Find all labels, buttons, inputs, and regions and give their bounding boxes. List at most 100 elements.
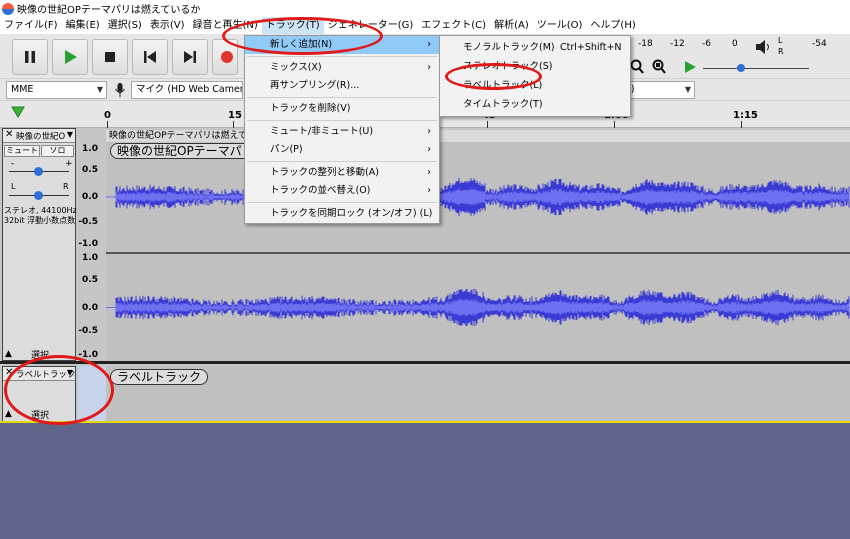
meter-tick: -12 [670, 39, 685, 49]
scale-label: 1.0 [82, 253, 98, 263]
focus-border [0, 421, 850, 423]
submenu-arrow-icon: › [427, 185, 431, 196]
track-title-bar[interactable]: ✕ 映像の世紀O ▼ [3, 129, 75, 143]
waveform-graphic [106, 288, 850, 327]
meter-r-label: R [778, 47, 784, 56]
menu-item-remove-tracks[interactable]: トラックを削除(V) [245, 100, 439, 118]
scale-label: 1.0 [82, 144, 98, 154]
menu-separator [247, 97, 437, 98]
menu-item-time-track[interactable]: タイムトラック(T) [440, 95, 630, 114]
window-title: 映像の世紀OPテーマパリは燃えているか [17, 5, 201, 16]
meter-tick: -18 [638, 39, 653, 49]
play-button[interactable] [52, 39, 88, 75]
collapse-track-icon[interactable]: ▲ [5, 409, 12, 419]
chevron-down-icon: ▼ [96, 85, 103, 94]
skip-end-icon [184, 51, 196, 63]
menu-separator [247, 161, 437, 162]
pin-playhead-icon[interactable] [11, 105, 25, 119]
submenu-arrow-icon: › [427, 167, 431, 178]
menu-item-mono-track[interactable]: モノラルトラック(M) Ctrl+Shift+N [440, 38, 630, 57]
record-meter[interactable]: -18 -12 -6 0 [632, 36, 744, 54]
menu-item-align-tracks[interactable]: トラックの整列と移動(A) › [245, 164, 439, 182]
stop-icon [105, 52, 115, 62]
mute-button[interactable]: ミュート [4, 145, 40, 157]
menu-select[interactable]: 選択(S) [104, 17, 146, 34]
solo-button[interactable]: ソロ [41, 145, 74, 157]
title-bar: 映像の世紀OPテーマパリは燃えているか [0, 0, 850, 17]
tick-mark [614, 121, 615, 128]
menu-bar: ファイル(F) 編集(E) 選択(S) 表示(V) 録音と再生(N) トラック(… [0, 17, 850, 34]
gain-slider[interactable] [9, 167, 69, 177]
zoom-in-icon[interactable] [630, 59, 644, 75]
track-divider [0, 361, 850, 364]
waveform-right-channel[interactable] [106, 254, 850, 361]
speaker-icon[interactable] [754, 38, 776, 56]
menu-help[interactable]: ヘルプ(H) [586, 17, 639, 34]
tick-mark [487, 121, 488, 128]
menu-file[interactable]: ファイル(F) [0, 17, 62, 34]
submenu-arrow-icon: › [427, 62, 431, 73]
timeline-tick: 1:15 [733, 110, 758, 121]
highlight-oval-tracks-menu [222, 17, 383, 55]
shortcut-text: Ctrl+Shift+N [560, 42, 622, 53]
amplitude-scale: 1.0 0.5 0.0 -0.5 -1.0 1.0 0.5 0.0 -0.5 -… [78, 128, 104, 361]
microphone-icon [114, 82, 126, 98]
skip-start-button[interactable] [132, 39, 168, 75]
clip-title-bar[interactable]: 映像の世紀OPテーマパリは燃えているか [106, 130, 850, 142]
pause-button[interactable] [12, 39, 48, 75]
scale-label: -0.5 [78, 326, 98, 336]
label-track-area[interactable]: ラベルトラック [106, 366, 850, 422]
highlight-oval-label-track [445, 63, 542, 90]
menu-separator [247, 202, 437, 203]
playback-device-select[interactable]: o)▼ [620, 81, 695, 99]
audio-host-select[interactable]: MME ▼ [6, 81, 107, 99]
playback-speed-slider[interactable] [703, 62, 809, 74]
timeline-tick: 0 [104, 110, 111, 121]
submenu-arrow-icon: › [427, 126, 431, 137]
track-name: 映像の世紀O [16, 132, 66, 142]
timeline-tick: 15 [228, 110, 242, 121]
submenu-arrow-icon: › [427, 144, 431, 155]
menu-analyze[interactable]: 解析(A) [490, 17, 533, 34]
play-at-speed-icon[interactable] [683, 59, 697, 75]
zoom-fit-icon[interactable] [652, 59, 666, 75]
pan-slider[interactable] [9, 191, 69, 201]
pan-right-label: R [63, 182, 69, 191]
collapse-track-icon[interactable]: ▲ [5, 349, 12, 359]
track-label[interactable]: ラベルトラック [110, 369, 209, 385]
chevron-down-icon: ▼ [684, 85, 691, 94]
recording-device-select[interactable]: マイク (HD Web Camera) [131, 81, 243, 99]
menu-view[interactable]: 表示(V) [146, 17, 189, 34]
tracks-menu-dropdown: 新しく追加(N) › ミックス(X) › 再サンプリング(R)... トラックを削除… [244, 35, 440, 224]
menu-edit[interactable]: 編集(E) [62, 17, 104, 34]
recording-device-value: マイク (HD Web Camera) [136, 84, 243, 95]
menu-separator [247, 56, 437, 57]
stop-button[interactable] [92, 39, 128, 75]
menu-effect[interactable]: エフェクト(C) [417, 17, 490, 34]
scale-label: 0.5 [82, 275, 98, 285]
scale-label: 0.0 [82, 303, 98, 313]
close-track-icon[interactable]: ✕ [5, 129, 13, 140]
pan-left-label: L [11, 182, 16, 191]
menu-item-sort-tracks[interactable]: トラックの並べ替え(O) › [245, 182, 439, 200]
meter-tick: -6 [702, 39, 711, 49]
meter-tick: 0 [732, 39, 738, 49]
tick-mark [107, 121, 108, 128]
submenu-arrow-icon: › [427, 39, 431, 50]
menu-item-mute-unmute[interactable]: ミュート/非ミュート(U) › [245, 123, 439, 141]
tick-mark [741, 121, 742, 128]
highlight-oval-new-label-track [4, 355, 114, 425]
play-icon [65, 50, 77, 64]
tick-mark [233, 121, 234, 128]
menu-item-mix[interactable]: ミックス(X) › [245, 59, 439, 77]
pause-icon [25, 51, 35, 63]
chevron-down-icon: ▼ [66, 130, 73, 139]
menu-item-sync-lock[interactable]: トラックを同期ロック (オン/オフ) (L) [245, 205, 439, 223]
menu-item-resample[interactable]: 再サンプリング(R)... [245, 77, 439, 95]
skip-end-button[interactable] [172, 39, 208, 75]
track-sample-format: 32bit 浮動小数点数 [4, 216, 76, 225]
menu-tools[interactable]: ツール(O) [533, 17, 587, 34]
meter-l-label: L [778, 36, 783, 45]
menu-item-pan[interactable]: パン(P) › [245, 141, 439, 159]
menu-separator [247, 120, 437, 121]
